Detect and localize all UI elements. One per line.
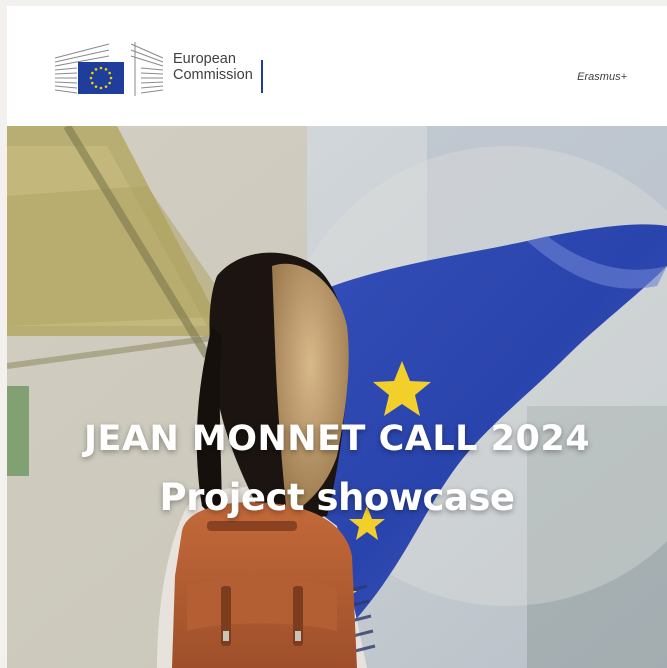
- logo-text: European Commission: [173, 51, 253, 83]
- eu-star-icon: [108, 81, 111, 85]
- hero-image: JEAN MONNET CALL 2024 Project showcase: [7, 126, 667, 668]
- logo-line-2: Commission: [173, 67, 253, 83]
- hero-title: JEAN MONNET CALL 2024: [83, 419, 591, 459]
- eu-star-icon: [91, 81, 94, 85]
- program-label: Erasmus+: [577, 71, 627, 83]
- eu-star-icon: [104, 68, 108, 71]
- eu-star-icon: [104, 85, 108, 88]
- eu-star-icon: [91, 71, 94, 75]
- logo-line-1: European: [173, 51, 236, 67]
- eu-star-icon: [99, 86, 103, 90]
- logo-divider: [261, 60, 263, 93]
- eu-star-icon: [109, 76, 113, 80]
- eu-star-icon: [89, 76, 93, 80]
- document-cover: European Commission Erasmus+ JEAN MONNET…: [7, 6, 667, 668]
- eu-star-icon: [108, 71, 111, 75]
- european-commission-logo: European Commission: [53, 38, 253, 96]
- hero-subtitle: Project showcase: [159, 476, 515, 519]
- eu-star-icon: [94, 68, 98, 71]
- student-with-eu-flag-photo: [7, 126, 667, 668]
- ec-logo-icon: [54, 42, 164, 96]
- header: European Commission Erasmus+: [7, 6, 667, 126]
- eu-star-icon: [94, 85, 98, 88]
- eu-star-icon: [99, 66, 103, 70]
